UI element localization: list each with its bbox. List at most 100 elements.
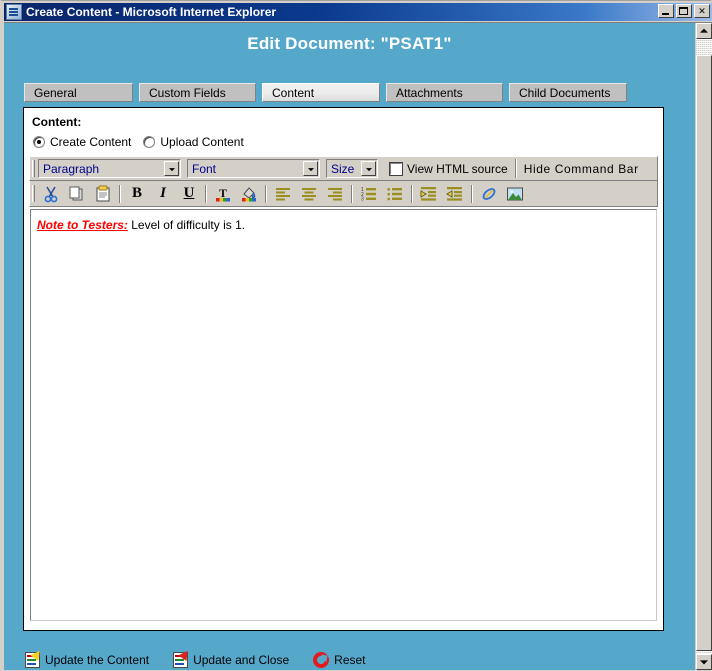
- tab-content[interactable]: Content: [262, 83, 380, 102]
- window-title-bar[interactable]: Create Content - Microsoft Internet Expl…: [4, 3, 712, 21]
- numbered-list-icon: 123: [361, 187, 376, 202]
- close-icon: ✕: [698, 5, 706, 16]
- font-family-value: Font: [192, 161, 217, 176]
- tab-bar: General Custom Fields Content Attachment…: [24, 83, 627, 102]
- toolbar-separator: [471, 184, 473, 203]
- action-bar: Update the Content Update and Close Rese…: [25, 647, 390, 668]
- radio-create-content-indicator: [33, 136, 45, 148]
- radio-upload-content-label: Upload Content: [160, 135, 244, 149]
- ie-document-icon: [6, 4, 22, 20]
- content-panel: Content: Create Content Upload Content P…: [23, 107, 664, 631]
- scrollbar-track[interactable]: [696, 39, 712, 654]
- scroll-up-button[interactable]: [696, 23, 712, 39]
- italic-button[interactable]: I: [150, 182, 176, 206]
- hide-command-bar-button[interactable]: Hide Command Bar: [524, 162, 639, 176]
- view-html-source-checkbox[interactable]: View HTML source: [389, 161, 508, 176]
- font-size-select[interactable]: Size: [326, 159, 378, 178]
- bold-button[interactable]: B: [124, 182, 150, 206]
- reset-icon: [313, 652, 330, 668]
- align-center-button[interactable]: [296, 182, 322, 206]
- paste-button[interactable]: [90, 182, 116, 206]
- toolbar-separator: [119, 184, 121, 203]
- browser-window: Create Content - Microsoft Internet Expl…: [0, 0, 712, 671]
- tab-custom-fields[interactable]: Custom Fields: [139, 83, 256, 102]
- close-button[interactable]: ✕: [694, 4, 710, 18]
- page-title: Edit Document: "PSAT1": [247, 34, 452, 53]
- view-html-source-label: View HTML source: [407, 161, 508, 176]
- radio-create-content[interactable]: Create Content: [33, 135, 131, 149]
- toolbar-separator: [205, 184, 207, 203]
- tab-general[interactable]: General: [24, 83, 133, 102]
- insert-image-button[interactable]: [502, 182, 528, 206]
- cut-button[interactable]: [38, 182, 64, 206]
- hyperlink-button[interactable]: [476, 182, 502, 206]
- vertical-scrollbar[interactable]: [695, 23, 712, 670]
- copy-icon: [69, 186, 83, 200]
- indent-button[interactable]: [416, 182, 442, 206]
- svg-text:3: 3: [361, 196, 364, 202]
- align-left-icon: [276, 187, 290, 200]
- highlight-color-button[interactable]: [236, 182, 262, 206]
- toolbar-grip[interactable]: [32, 160, 35, 177]
- window-title: Create Content - Microsoft Internet Expl…: [26, 5, 277, 19]
- font-family-select[interactable]: Font: [187, 159, 320, 178]
- chevron-down-icon[interactable]: [303, 161, 318, 176]
- rich-text-editor[interactable]: Note to Testers: Level of difficulty is …: [30, 209, 657, 621]
- numbered-list-button[interactable]: 123: [356, 182, 382, 206]
- note-to-testers-body: Level of difficulty is 1.: [127, 218, 246, 232]
- bold-icon: B: [131, 185, 142, 201]
- editor-toolbar-icons: B I U T 1 2 3: [29, 181, 658, 207]
- italic-icon: I: [160, 185, 166, 201]
- minimize-button[interactable]: [658, 4, 674, 18]
- align-left-button[interactable]: [270, 182, 296, 206]
- font-color-button[interactable]: T: [210, 182, 236, 206]
- copy-button[interactable]: [64, 182, 90, 206]
- toolbar-grip[interactable]: [32, 185, 35, 202]
- align-right-icon: [328, 187, 342, 200]
- hyperlink-icon: [482, 187, 496, 200]
- reset-link[interactable]: Reset: [313, 652, 366, 668]
- underline-button[interactable]: U: [176, 182, 202, 206]
- update-content-icon: [25, 647, 44, 668]
- toolbar-separator: [411, 184, 413, 203]
- svg-text:T: T: [219, 186, 227, 200]
- tab-attachments[interactable]: Attachments: [386, 83, 503, 102]
- note-to-testers-label: Note to Testers:: [37, 218, 128, 232]
- paste-icon: [96, 185, 110, 201]
- reset-label: Reset: [334, 653, 366, 667]
- scroll-up-arrow-icon: [700, 28, 708, 33]
- browser-client-area: Edit Document: "PSAT1" General Custom Fi…: [4, 22, 712, 670]
- window-controls: ✕: [658, 4, 710, 18]
- font-size-value: Size: [331, 161, 355, 176]
- update-and-close-link[interactable]: Update and Close: [173, 647, 290, 668]
- chevron-down-icon[interactable]: [361, 161, 376, 176]
- scroll-down-arrow-icon: [700, 660, 708, 665]
- bulleted-list-button[interactable]: [382, 182, 408, 206]
- tab-child-documents[interactable]: Child Documents: [509, 83, 627, 102]
- checkbox-indicator: [389, 161, 403, 176]
- paragraph-style-value: Paragraph: [43, 161, 100, 176]
- editor-toolbar-top: Paragraph Font Size View HTML source Hid…: [29, 156, 658, 181]
- scroll-down-button[interactable]: [696, 654, 712, 670]
- cut-icon: [44, 186, 58, 202]
- radio-create-content-label: Create Content: [50, 135, 132, 149]
- underline-icon: U: [183, 185, 195, 201]
- image-icon: [507, 187, 523, 200]
- highlight-color-icon: [242, 186, 256, 201]
- update-the-content-link[interactable]: Update the Content: [25, 647, 150, 668]
- paragraph-style-select[interactable]: Paragraph: [38, 159, 181, 178]
- page-body: Edit Document: "PSAT1" General Custom Fi…: [4, 23, 695, 670]
- outdent-button[interactable]: [442, 182, 468, 206]
- content-source-radio-group: Create Content Upload Content: [33, 135, 256, 149]
- scrollbar-thumb[interactable]: [696, 55, 712, 651]
- outdent-icon: [446, 186, 462, 201]
- toolbar-separator: [351, 184, 353, 203]
- radio-upload-content[interactable]: Upload Content: [143, 135, 244, 149]
- update-and-close-label: Update and Close: [193, 653, 290, 667]
- indent-icon: [420, 186, 436, 201]
- update-the-content-label: Update the Content: [45, 653, 150, 667]
- chevron-down-icon[interactable]: [164, 161, 179, 176]
- align-right-button[interactable]: [322, 182, 348, 206]
- maximize-button[interactable]: [676, 4, 692, 18]
- radio-upload-content-indicator: [143, 136, 156, 148]
